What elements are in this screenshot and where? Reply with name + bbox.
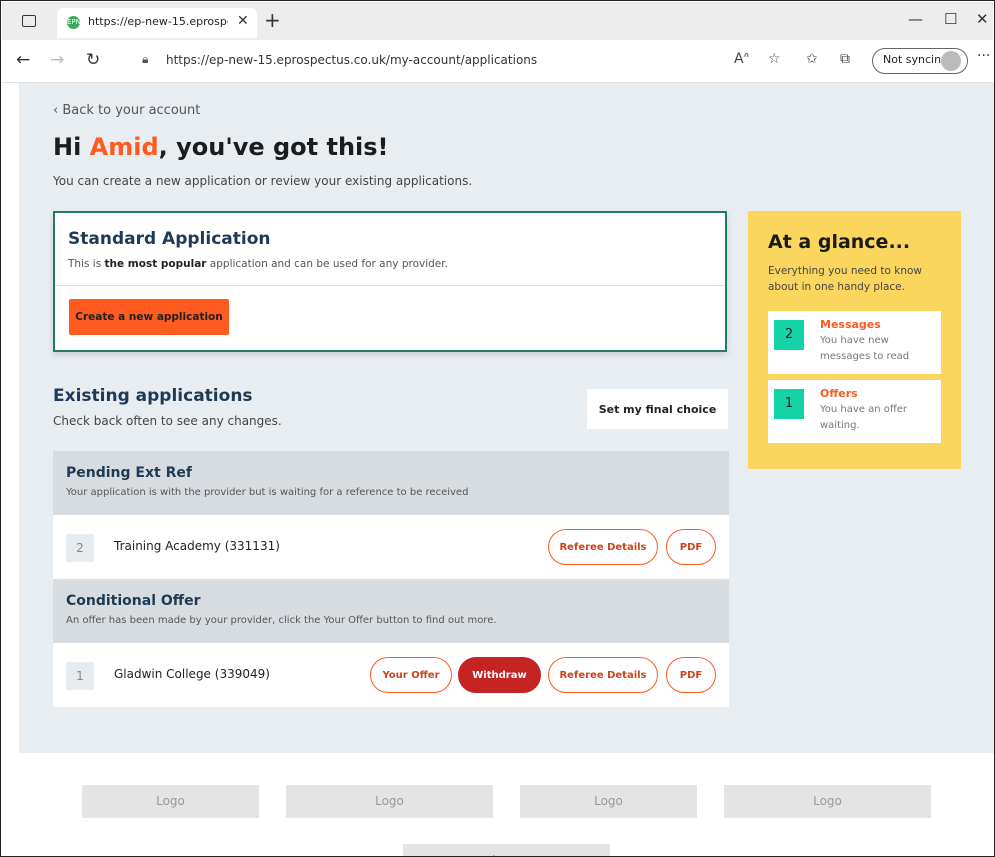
offers-title: Offers [820,387,858,400]
application-name: Training Academy (331131) [114,539,280,553]
footer-logo: Logo [520,785,697,818]
page-title: Hi Amid, you've got this! [53,133,389,161]
profile-sync-button[interactable]: Not syncing [872,48,968,74]
desc-post: application and can be used for any prov… [206,258,448,270]
new-tab-icon[interactable]: + [264,8,281,32]
messages-desc: You have new messages to read [820,335,910,362]
your-offer-button[interactable]: Your Offer [370,657,452,693]
page-subtitle: You can create a new application or revi… [53,174,473,188]
application-row: 1 Gladwin College (339049) Your Offer Wi… [53,643,729,707]
close-window-icon[interactable]: ✕ [976,10,989,28]
greeting-post: , you've got this! [158,133,389,161]
footer: Logo Logo Logo Logo Logo [19,753,994,856]
url-text: https://ep-new-15.eprospectus.co.uk/my-a… [166,53,538,67]
group-header: Pending Ext Ref Your application is with… [53,451,729,515]
glance-subtitle: Everything you need to know about in one… [768,265,923,293]
desc-bold: the most popular [104,258,207,270]
referee-details-button[interactable]: Referee Details [548,529,658,565]
back-to-account-link[interactable]: ‹ Back to your account [53,103,200,118]
group-title: Conditional Offer [66,593,201,609]
at-a-glance-panel: At a glance... Everything you need to kn… [748,211,961,469]
favorite-add-icon[interactable]: ☆ [768,51,781,67]
referee-details-button[interactable]: Referee Details [548,657,658,693]
footer-logo: Logo [286,785,493,818]
desc-pre: This is [68,258,105,270]
existing-title: Existing applications [53,386,253,406]
user-name: Amid [89,133,159,161]
url-field[interactable]: 🔒︎ https://ep-new-15.eprospectus.co.uk/m… [132,48,712,74]
refresh-icon[interactable]: ↻ [86,50,100,70]
pending-ext-ref-group: Pending Ext Ref Your application is with… [53,451,729,579]
forward-icon[interactable]: → [50,50,64,70]
favorites-icon[interactable]: ✩ [806,51,818,67]
maximize-icon[interactable]: ☐ [944,10,957,28]
footer-logo: Logo [82,785,259,818]
window-menu-icon[interactable] [22,15,36,27]
offers-count-badge: 1 [774,389,804,419]
favicon-icon: EPN [67,16,81,29]
application-name: Gladwin College (339049) [114,667,270,681]
messages-count-badge: 2 [774,320,804,350]
offers-card[interactable]: 1 Offers You have an offer waiting. [768,380,941,443]
messages-card[interactable]: 2 Messages You have new messages to read [768,311,941,374]
tab-bar: EPN https://ep-new-15.eprospectus.co.uk/… [2,2,993,40]
standard-desc: This is the most popular application and… [68,258,448,270]
application-number: 2 [66,534,94,562]
set-final-choice-button[interactable]: Set my final choice [587,389,728,429]
standard-application-card: Standard Application This is the most po… [53,211,727,352]
collections-icon[interactable]: ⧉ [840,51,850,67]
minimize-icon[interactable]: — [908,10,923,28]
profile-avatar-icon [941,51,961,71]
group-header: Conditional Offer An offer has been made… [53,579,729,643]
pdf-button[interactable]: PDF [666,657,716,693]
group-desc: An offer has been made by your provider,… [66,615,497,626]
back-icon[interactable]: ← [16,50,30,70]
glance-title: At a glance... [768,231,911,253]
more-icon[interactable]: ··· [977,48,990,64]
footer-logo: Logo [724,785,931,818]
footer-logo: Logo [403,844,610,856]
sync-label: Not syncing [883,53,949,66]
application-row: 2 Training Academy (331131) Referee Deta… [53,515,729,579]
browser-tab[interactable]: EPN https://ep-new-15.eprospectus.co.uk/… [57,8,257,38]
standard-title: Standard Application [68,229,271,249]
address-bar: ← → ↻ 🔒︎ https://ep-new-15.eprospectus.c… [2,40,993,83]
browser-window: EPN https://ep-new-15.eprospectus.co.uk/… [0,0,995,857]
conditional-offer-group: Conditional Offer An offer has been made… [53,579,729,707]
tab-title: https://ep-new-15.eprospectus.co.uk/my-a… [88,15,228,28]
close-tab-icon[interactable]: ✕ [237,13,249,29]
messages-title: Messages [820,318,881,331]
withdraw-button[interactable]: Withdraw [458,657,541,693]
group-desc: Your application is with the provider bu… [66,487,469,498]
pdf-button[interactable]: PDF [666,529,716,565]
group-title: Pending Ext Ref [66,465,192,481]
read-aloud-icon[interactable]: Aᐢ [734,51,749,67]
page-content: ‹ Back to your account Hi Amid, you've g… [19,83,994,753]
greeting-pre: Hi [53,133,90,161]
divider [55,285,725,286]
create-application-button[interactable]: Create a new application [69,299,229,335]
offers-desc: You have an offer waiting. [820,404,908,431]
existing-subtitle: Check back often to see any changes. [53,414,282,428]
application-number: 1 [66,662,94,690]
lock-icon[interactable]: 🔒︎ [142,52,148,67]
